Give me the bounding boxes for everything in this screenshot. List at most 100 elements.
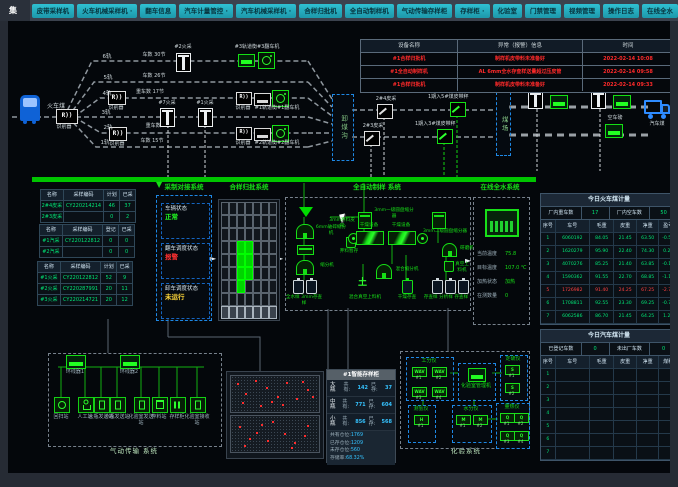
track-scale-icon[interactable] [238,54,255,67]
table-cell [555,395,589,407]
lab-manager-monitor-icon[interactable] [468,368,486,382]
cabinet-cell: 已存: [369,417,379,427]
stored-sample-dot [286,382,288,384]
table-header-row: 序号车号毛重皮重净重煤种 [541,356,670,369]
car-dumper-icon[interactable] [258,52,275,69]
menu-item-4[interactable]: 汽车机械采样机 · [236,4,296,18]
rack-slot [261,267,269,280]
rfid-reader-icon[interactable]: R)) [56,109,78,124]
footer-item: 存储率:68.32% [330,456,364,463]
table-cell: 1726982 [555,285,589,297]
pneumatic-station-icon[interactable] [110,397,126,413]
dock-status-panel: 卸车调度状态未运行 [161,283,210,319]
pneumatic-station-icon[interactable] [54,397,70,413]
truck-station-icon[interactable] [550,95,568,109]
table-cell: 11 [116,284,132,294]
rack-slot [269,228,277,241]
moisture-label: 目标温度 [477,265,505,271]
belt-sampler-icon[interactable] [450,102,466,117]
moisture-value: 0 [505,293,527,299]
pneumatic-station-icon[interactable] [170,397,186,413]
bottle-icon [293,280,304,294]
table-cell [555,369,589,381]
track-label: 3轨 [99,110,113,117]
belt-feeder-icon[interactable] [297,245,314,255]
table-row: 4159036291.5522.7068.85-1.15 [541,272,670,285]
table-cell [613,382,636,394]
table-cell: 1 [541,233,555,245]
table-cell: 已采数 [116,262,132,272]
table-row: 1 [541,369,670,382]
truck-icon[interactable] [644,97,670,117]
crusher-divider-icon[interactable] [296,224,314,239]
stored-sample-dot [260,405,262,407]
menu-item-8[interactable]: 存样柜 · [455,4,489,18]
menu-item-12[interactable]: 操作日志 [603,4,639,18]
table-cell: 92.55 [589,298,613,310]
rack-slot [221,306,229,319]
lab-instrument-tag: #2 [514,422,527,426]
belt-sampler-icon[interactable] [364,131,380,146]
divider-icon[interactable] [296,260,314,275]
menu-item-10[interactable]: 门禁管理 [525,4,561,18]
truck-station-icon[interactable] [613,95,631,109]
funnel-icon[interactable] [299,207,313,217]
pneumatic-station-icon[interactable] [134,397,150,413]
dock-status-panel: 翻车调度状态报警 [161,243,210,279]
table-cell [589,447,613,459]
menu-item-11[interactable]: 视频管理 [564,4,600,18]
ring-relay-icon[interactable] [66,355,86,369]
menu-item-0[interactable]: 皮带采样机 [32,4,75,18]
table-row: 6 [541,434,670,447]
menu-home[interactable]: 集控首页 [0,0,30,21]
pneumatic-station-icon[interactable] [94,397,110,413]
truck-weigh-table: 今日汽车煤计量已登记车数0未出厂车数0序号车号毛重皮重净重煤种1234567 [540,329,670,461]
menu-item-1[interactable]: 火车机械采样机 · [77,4,137,18]
autoprep-label: 弃料暂存 [336,249,362,255]
truck-station-icon[interactable] [605,124,623,138]
menu-item-13[interactable]: 在线全水 [642,4,678,18]
dumper-station-label: #1轨道衡#1翻车机 [246,105,308,111]
menu-item-3[interactable]: 汽车计量管控 · [179,4,233,18]
disc-divider-icon[interactable] [432,212,446,229]
alarm-header-cell: 异常（报警）信息 [457,40,582,52]
mixer-divider-icon[interactable] [376,264,392,279]
stored-sample-dot [256,432,258,434]
truck-station-icon[interactable] [528,91,543,109]
rfid-reader-icon[interactable]: R)) [236,92,252,105]
rfid-reader-icon[interactable]: R)) [236,127,252,140]
pneumatic-station-icon[interactable] [78,397,94,413]
train-sampler-icon[interactable] [160,108,175,127]
dryer-icon[interactable] [356,231,384,245]
rack-slot [269,202,277,215]
table-row: #2汽采00 [40,246,134,257]
table-cell: 86.70 [589,311,613,323]
table-cell: CY220214214 [63,201,104,211]
belt-sampler-icon[interactable] [437,129,453,144]
stored-sample-dot [296,398,298,400]
mill-icon[interactable] [442,243,457,257]
menu-item-5[interactable]: 合样归批机 [299,4,342,18]
table-cell: 84.05 [589,233,613,245]
menu-item-2[interactable]: 翻车信息 [140,4,176,18]
menu-item-6[interactable]: 全自动制样机 [345,4,394,18]
train-sampler-icon[interactable] [176,53,191,72]
table-row: 1606019284.0521.4563.50-0.50 [541,233,670,246]
train-icon[interactable] [20,95,40,121]
table-cell: -0.50 [658,233,670,245]
ring-relay-icon[interactable] [120,355,140,369]
pneumatic-station-icon[interactable] [190,397,206,413]
dryer-icon[interactable] [388,231,416,245]
cabinet-cell: 中瓶 [330,400,339,411]
menu-item-7[interactable]: 气动传输存样柜 [397,4,453,18]
moisture-monitor-icon[interactable] [485,209,519,237]
rack-slot [237,280,245,293]
train-sampler-icon[interactable] [198,108,213,127]
track-label: 2轨 [101,125,115,132]
table-cell: 名称 [40,225,62,235]
pneumatic-station-icon[interactable] [152,397,168,413]
table-cell: 登记数 [102,225,118,235]
truck-station-icon[interactable] [591,91,606,109]
menu-item-9[interactable]: 化验室 [493,4,523,18]
belt-sampler-icon[interactable] [377,104,393,119]
